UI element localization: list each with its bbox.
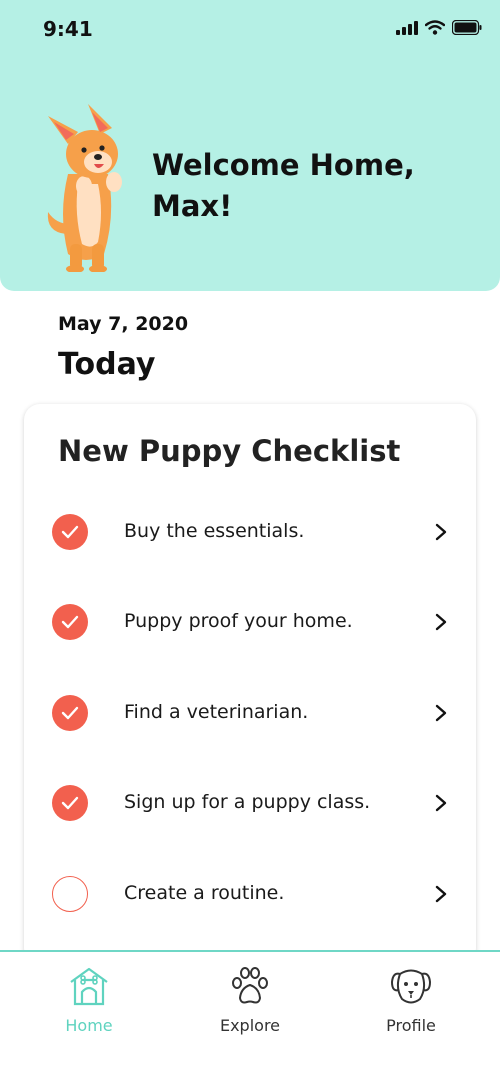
- checklist-item-label: Create a routine.: [124, 882, 285, 904]
- checklist-item[interactable]: Buy the essentials.: [24, 502, 476, 562]
- dog-face-icon: [390, 969, 432, 1004]
- puppy-illustration: [47, 104, 122, 272]
- checked-circle-icon[interactable]: [52, 785, 88, 821]
- checked-circle-icon[interactable]: [52, 514, 88, 550]
- tab-profile[interactable]: Profile: [351, 966, 471, 1046]
- chevron-right-icon: [435, 704, 447, 722]
- current-date: May 7, 2020: [58, 313, 189, 335]
- checklist-item-label: Sign up for a puppy class.: [124, 791, 371, 813]
- chevron-right-icon: [435, 885, 447, 903]
- checked-circle-icon[interactable]: [52, 695, 88, 731]
- chevron-right-icon: [435, 523, 447, 541]
- unchecked-circle-icon[interactable]: [52, 876, 88, 912]
- tab-label: Profile: [386, 1016, 436, 1035]
- checked-circle-icon[interactable]: [52, 604, 88, 640]
- wifi-icon: [425, 20, 445, 35]
- tab-explore[interactable]: Explore: [190, 966, 310, 1046]
- doghouse-icon: [70, 967, 108, 1006]
- status-time: 9:41: [43, 17, 93, 41]
- chevron-right-icon: [435, 613, 447, 631]
- status-bar: 9:41: [0, 0, 500, 58]
- checklist-title: New Puppy Checklist: [58, 434, 401, 468]
- checklist-card: New Puppy Checklist Buy the essentials. …: [24, 404, 476, 964]
- header: 9:41 Welcome Home, Max!: [0, 0, 500, 291]
- tab-label: Explore: [219, 1016, 281, 1035]
- tab-home[interactable]: Home: [29, 966, 149, 1046]
- chevron-right-icon: [435, 794, 447, 812]
- status-icons: [396, 20, 482, 35]
- checklist-item[interactable]: Create a routine.: [24, 864, 476, 924]
- tab-label: Home: [65, 1016, 113, 1035]
- cellular-signal-icon: [396, 20, 418, 35]
- battery-icon: [452, 20, 482, 35]
- checklist-item[interactable]: Sign up for a puppy class.: [24, 773, 476, 833]
- paw-icon: [232, 967, 268, 1004]
- checklist-item-label: Buy the essentials.: [124, 520, 305, 542]
- checklist-item[interactable]: Find a veterinarian.: [24, 683, 476, 743]
- section-title-today: Today: [58, 347, 156, 382]
- welcome-heading: Welcome Home, Max!: [152, 148, 415, 223]
- bottom-tab-bar: Home Explore Profile: [0, 950, 500, 1083]
- checklist-item-label: Puppy proof your home.: [124, 610, 353, 632]
- checklist-item[interactable]: Puppy proof your home.: [24, 592, 476, 652]
- checklist-item-label: Find a veterinarian.: [124, 701, 309, 723]
